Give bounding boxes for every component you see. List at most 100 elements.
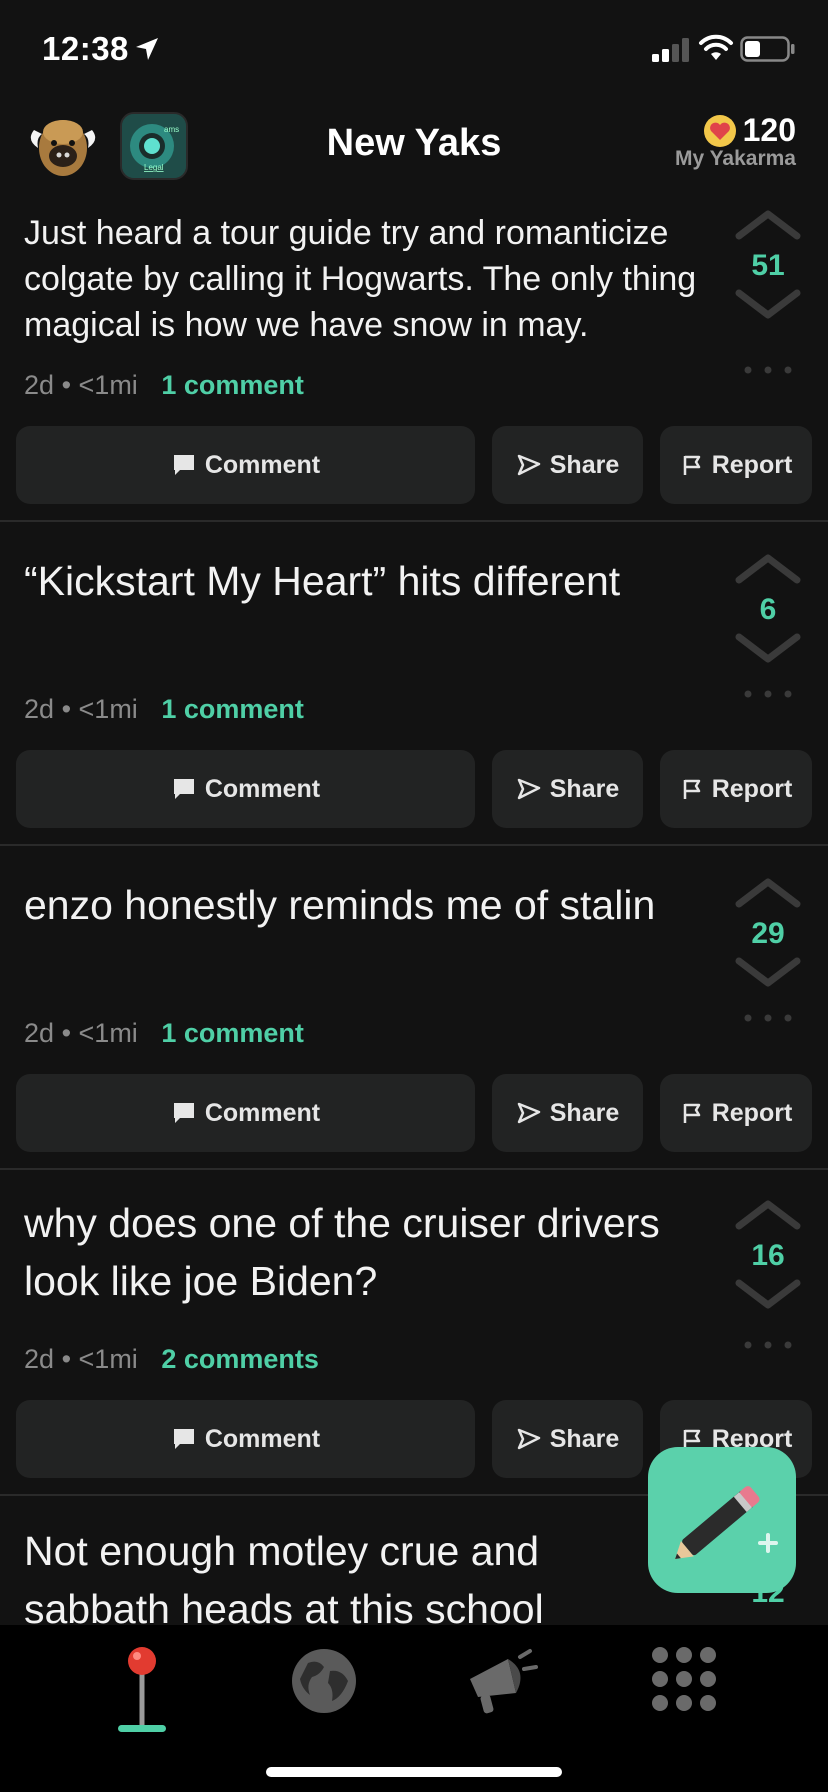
more-options-icon[interactable] xyxy=(742,1340,794,1350)
upvote-icon[interactable] xyxy=(735,878,801,908)
post-text[interactable]: why does one of the cruiser drivers look… xyxy=(24,1194,714,1310)
karma-display[interactable]: 120 My Yakarma xyxy=(675,112,796,171)
home-indicator[interactable] xyxy=(266,1767,562,1777)
location-arrow-icon xyxy=(136,38,158,60)
upvote-icon[interactable] xyxy=(735,554,801,584)
flag-icon xyxy=(683,779,700,799)
downvote-icon[interactable] xyxy=(735,289,801,319)
post-distance: <1mi xyxy=(78,1344,138,1374)
feed[interactable]: Just heard a tour guide try and romantic… xyxy=(0,200,828,1625)
post-meta: 2d • <1mi 1 comment xyxy=(24,370,304,401)
post-card[interactable]: why does one of the cruiser drivers look… xyxy=(0,1172,828,1496)
heart-badge-icon xyxy=(703,114,736,147)
post-meta: 2d • <1mi 1 comment xyxy=(24,1018,304,1049)
share-arrow-icon xyxy=(517,778,540,800)
post-card[interactable]: Just heard a tour guide try and romantic… xyxy=(0,200,828,522)
app-header: ams Legal New Yaks 120 My Yakarma xyxy=(0,100,828,200)
tab-menu[interactable] xyxy=(644,1641,724,1721)
downvote-icon[interactable] xyxy=(735,633,801,663)
post-text[interactable]: Just heard a tour guide try and romantic… xyxy=(24,210,714,348)
post-card[interactable]: enzo honestly reminds me of stalin 2d • … xyxy=(0,848,828,1170)
pencil-plus-icon xyxy=(675,1486,778,1559)
screen: 12:38 ams Legal New Yaks 120 My Yakarma … xyxy=(0,0,828,1792)
report-button[interactable]: Report xyxy=(660,750,812,828)
wifi-icon xyxy=(699,34,733,60)
share-arrow-icon xyxy=(517,454,540,476)
report-button-label: Report xyxy=(711,1098,793,1127)
downvote-icon[interactable] xyxy=(735,1279,801,1309)
comment-count-link[interactable]: 1 comment xyxy=(161,694,304,724)
post-age: 2d xyxy=(24,1018,55,1048)
report-button[interactable]: Report xyxy=(660,1074,812,1152)
more-options-icon[interactable] xyxy=(742,689,794,699)
share-button[interactable]: Share xyxy=(492,750,643,828)
post-actions: Comment Share Report xyxy=(16,426,812,504)
meta-separator: • xyxy=(61,1344,72,1374)
share-arrow-icon xyxy=(517,1102,540,1124)
more-options-icon[interactable] xyxy=(742,1013,794,1023)
post-meta: 2d • <1mi 1 comment xyxy=(24,694,304,725)
comment-bubble-icon xyxy=(173,1429,194,1449)
vote-control: 29 xyxy=(728,878,808,992)
post-text[interactable]: Not enough motley crue and sabbath heads… xyxy=(24,1522,624,1625)
comment-count-link[interactable]: 1 comment xyxy=(161,370,304,400)
comment-button[interactable]: Comment xyxy=(16,1074,475,1152)
comment-button-label: Comment xyxy=(204,1424,321,1453)
upvote-icon[interactable] xyxy=(735,1200,801,1230)
report-button[interactable]: Report xyxy=(660,426,812,504)
comment-button[interactable]: Comment xyxy=(16,426,475,504)
battery-icon xyxy=(740,36,795,62)
post-distance: <1mi xyxy=(78,1018,138,1048)
pin-icon xyxy=(128,1647,156,1728)
vote-count: 16 xyxy=(751,1239,785,1272)
signal-icon xyxy=(652,38,689,62)
comment-button[interactable]: Comment xyxy=(16,750,475,828)
tab-bar xyxy=(0,1625,828,1792)
vote-count: 29 xyxy=(751,917,785,950)
vote-control: 6 xyxy=(728,554,808,668)
post-age: 2d xyxy=(24,694,55,724)
share-button-label: Share xyxy=(549,1424,620,1453)
megaphone-icon xyxy=(470,1649,538,1714)
post-actions: Comment Share Report xyxy=(16,750,812,828)
post-actions: Comment Share Report xyxy=(16,1074,812,1152)
vote-count: 51 xyxy=(751,249,785,282)
comment-bubble-icon xyxy=(173,455,194,475)
meta-separator: • xyxy=(61,370,72,400)
globe-icon xyxy=(292,1649,356,1713)
post-distance: <1mi xyxy=(78,694,138,724)
vote-control: 16 xyxy=(728,1200,808,1314)
vote-control: 51 xyxy=(728,210,808,324)
flag-icon xyxy=(683,1103,700,1123)
share-button-label: Share xyxy=(549,1098,620,1127)
post-text[interactable]: “Kickstart My Heart” hits different xyxy=(24,552,714,610)
more-options-icon[interactable] xyxy=(742,365,794,375)
selected-tab-indicator xyxy=(118,1725,166,1732)
comment-button-label: Comment xyxy=(204,1098,321,1127)
post-text[interactable]: enzo honestly reminds me of stalin xyxy=(24,876,714,934)
tab-announcements[interactable] xyxy=(462,1641,542,1721)
post-divider xyxy=(0,1168,828,1170)
report-button-label: Report xyxy=(711,450,793,479)
post-card[interactable]: “Kickstart My Heart” hits different 2d •… xyxy=(0,524,828,846)
share-button[interactable]: Share xyxy=(492,1400,643,1478)
comment-button-label: Comment xyxy=(204,774,321,803)
downvote-icon[interactable] xyxy=(735,957,801,987)
share-button-label: Share xyxy=(549,774,620,803)
tab-local[interactable] xyxy=(102,1641,182,1728)
post-meta: 2d • <1mi 2 comments xyxy=(24,1344,319,1375)
meta-separator: • xyxy=(61,1018,72,1048)
post-age: 2d xyxy=(24,370,55,400)
post-distance: <1mi xyxy=(78,370,138,400)
comment-button[interactable]: Comment xyxy=(16,1400,475,1478)
upvote-icon[interactable] xyxy=(735,210,801,240)
comment-count-link[interactable]: 2 comments xyxy=(161,1344,319,1374)
grid-icon xyxy=(652,1647,716,1711)
karma-value: 120 xyxy=(742,112,796,148)
compose-button[interactable] xyxy=(648,1447,796,1593)
share-button[interactable]: Share xyxy=(492,426,643,504)
share-button[interactable]: Share xyxy=(492,1074,643,1152)
tab-global[interactable] xyxy=(284,1641,364,1721)
comment-count-link[interactable]: 1 comment xyxy=(161,1018,304,1048)
post-age: 2d xyxy=(24,1344,55,1374)
